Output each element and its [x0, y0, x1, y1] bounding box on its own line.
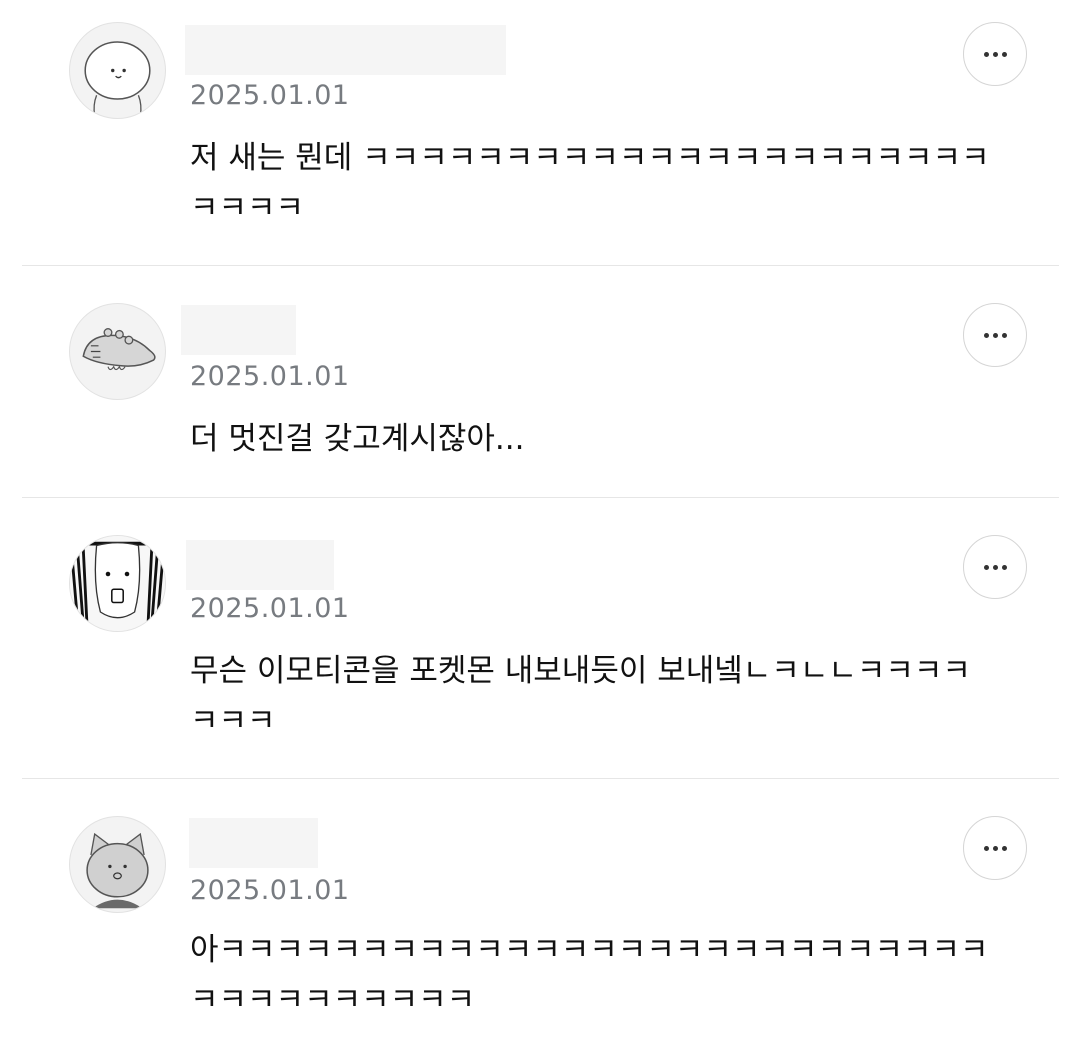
comment-text: 저 새는 뭔데 ㅋㅋㅋㅋㅋㅋㅋㅋㅋㅋㅋㅋㅋㅋㅋㅋㅋㅋㅋㅋㅋㅋㅋㅋㅋㅋ — [190, 140, 990, 226]
more-horizontal-icon — [983, 845, 1007, 851]
comment-divider — [22, 265, 1059, 266]
author-name-redacted — [186, 540, 334, 590]
comment-date: 2025.01.01 — [190, 80, 350, 111]
dinosaur-avatar-icon[interactable] — [69, 303, 166, 400]
comment-divider — [22, 778, 1059, 779]
comment-divider — [22, 497, 1059, 498]
more-options-button[interactable] — [963, 816, 1027, 880]
author-name-redacted — [181, 305, 296, 355]
cat-avatar-icon[interactable] — [69, 816, 166, 913]
more-horizontal-icon — [983, 332, 1007, 338]
more-horizontal-icon — [983, 564, 1007, 570]
screaming-dog-avatar-icon[interactable] — [69, 535, 166, 632]
comment-date: 2025.01.01 — [190, 361, 350, 392]
more-options-button[interactable] — [963, 535, 1027, 599]
more-horizontal-icon — [983, 51, 1007, 57]
bunny-face-avatar-icon[interactable] — [69, 22, 166, 119]
more-options-button[interactable] — [963, 22, 1027, 86]
author-name-redacted — [185, 25, 506, 75]
comment-text: 더 멋진걸 갖고계시잖아... — [190, 421, 525, 457]
author-name-redacted — [189, 818, 318, 868]
comment-text: 무슨 이모티콘을 포켓몬 내보내듯이 보내넼ㄴㅋㄴㄴㅋㅋㅋㅋㅋㅋㅋ — [190, 653, 971, 739]
comment-date: 2025.01.01 — [190, 875, 350, 906]
comment-date: 2025.01.01 — [190, 593, 350, 624]
more-options-button[interactable] — [963, 303, 1027, 367]
comment-text: 아ㅋㅋㅋㅋㅋㅋㅋㅋㅋㅋㅋㅋㅋㅋㅋㅋㅋㅋㅋㅋㅋㅋㅋㅋㅋㅋㅋㅋㅋㅋㅋㅋㅋㅋㅋㅋㅋ — [190, 932, 989, 1018]
